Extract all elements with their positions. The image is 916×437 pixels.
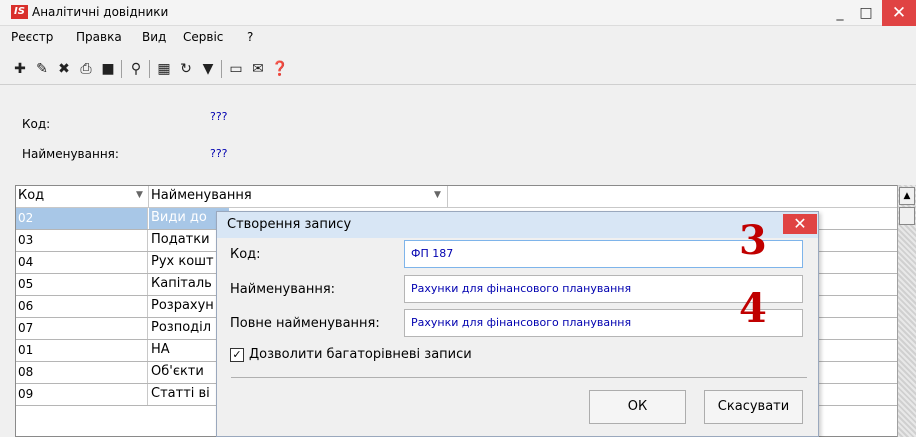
cell-code: 05 [16,274,148,295]
dialog-code-label: Код: [230,247,261,262]
create-record-dialog: Створення запису ✕ Код: ФП 187 Найменува… [216,211,819,437]
new-record-icon[interactable]: ✚ [10,59,30,79]
multilevel-checkbox-label[interactable]: Дозволити багаторівневі записи [249,347,472,362]
cell-code: 08 [16,362,148,383]
dialog-title: Створення запису [227,217,352,232]
sort-arrow-icon[interactable]: ▼ [136,190,143,200]
step-annotation-4: 4 [739,285,767,332]
name-label: Найменування: [22,147,119,161]
window-title: Аналітичні довідники [32,5,169,19]
minimize-button[interactable]: _ [826,0,854,26]
toolbar-separator [149,60,150,78]
maximize-button[interactable]: □ [852,0,880,26]
column-divider[interactable] [148,186,149,208]
cell-code: 07 [16,318,148,339]
dialog-title-bar: Створення запису ✕ [217,212,818,238]
print-icon[interactable]: ⎙ [76,59,96,79]
title-bar: IS Аналітичні довідники _ □ ✕ [0,0,916,26]
sort-arrow-icon[interactable]: ▼ [434,190,441,200]
delete-record-icon[interactable]: ✖ [54,59,74,79]
cell-code: 04 [16,252,148,273]
scroll-up-icon[interactable]: ▲ [899,187,915,205]
grid-icon[interactable]: ▦ [154,59,174,79]
menu-help[interactable]: ? [247,30,253,44]
dialog-name-label: Найменування: [230,282,336,297]
menu-edit[interactable]: Правка [76,30,122,44]
scroll-thumb[interactable] [899,207,915,225]
menu-bar: Реєстр Правка Вид Сервіс ? [0,28,916,48]
form-icon[interactable]: ▭ [226,59,246,79]
column-header-name[interactable]: Найменування [151,188,252,203]
step-annotation-3: 3 [739,217,767,264]
toolbar-separator [221,60,222,78]
mail-icon[interactable]: ✉ [248,59,268,79]
vertical-scrollbar[interactable]: ▲ [897,185,916,437]
toolbar-separator [121,60,122,78]
menu-view[interactable]: Вид [142,30,166,44]
cell-code: 01 [16,340,148,361]
name-value: ??? [210,147,228,160]
ok-button[interactable]: ОК [589,390,686,424]
help-icon[interactable]: ❓ [270,59,290,79]
menu-registry[interactable]: Реєстр [11,30,53,44]
multilevel-checkbox[interactable]: ✓ [230,348,244,362]
column-header-code[interactable]: Код [18,188,44,203]
filter-icon[interactable]: ▼ [198,59,218,79]
close-window-button[interactable]: ✕ [882,0,916,26]
refresh-icon[interactable]: ↻ [176,59,196,79]
dialog-divider [231,377,807,378]
code-value: ??? [210,110,228,123]
column-divider[interactable] [447,186,448,208]
export-icon[interactable]: ■ [98,59,118,79]
grid-header: Код ▼ Найменування ▼ [16,186,899,208]
menu-service[interactable]: Сервіс [183,30,223,44]
app-logo: IS [11,5,28,19]
dialog-fullname-label: Повне найменування: [230,316,380,331]
cancel-button[interactable]: Скасувати [704,390,803,424]
cell-code: 02 [16,208,148,229]
cell-code: 03 [16,230,148,251]
close-icon[interactable]: ✕ [783,214,817,234]
cell-code: 06 [16,296,148,317]
toolbar: ✚ ✎ ✖ ⎙ ■ ⚲ ▦ ↻ ▼ ▭ ✉ ❓ [0,55,916,85]
cell-code: 09 [16,384,148,405]
copy-record-icon[interactable]: ✎ [32,59,52,79]
code-label: Код: [22,117,51,131]
search-icon[interactable]: ⚲ [126,59,146,79]
